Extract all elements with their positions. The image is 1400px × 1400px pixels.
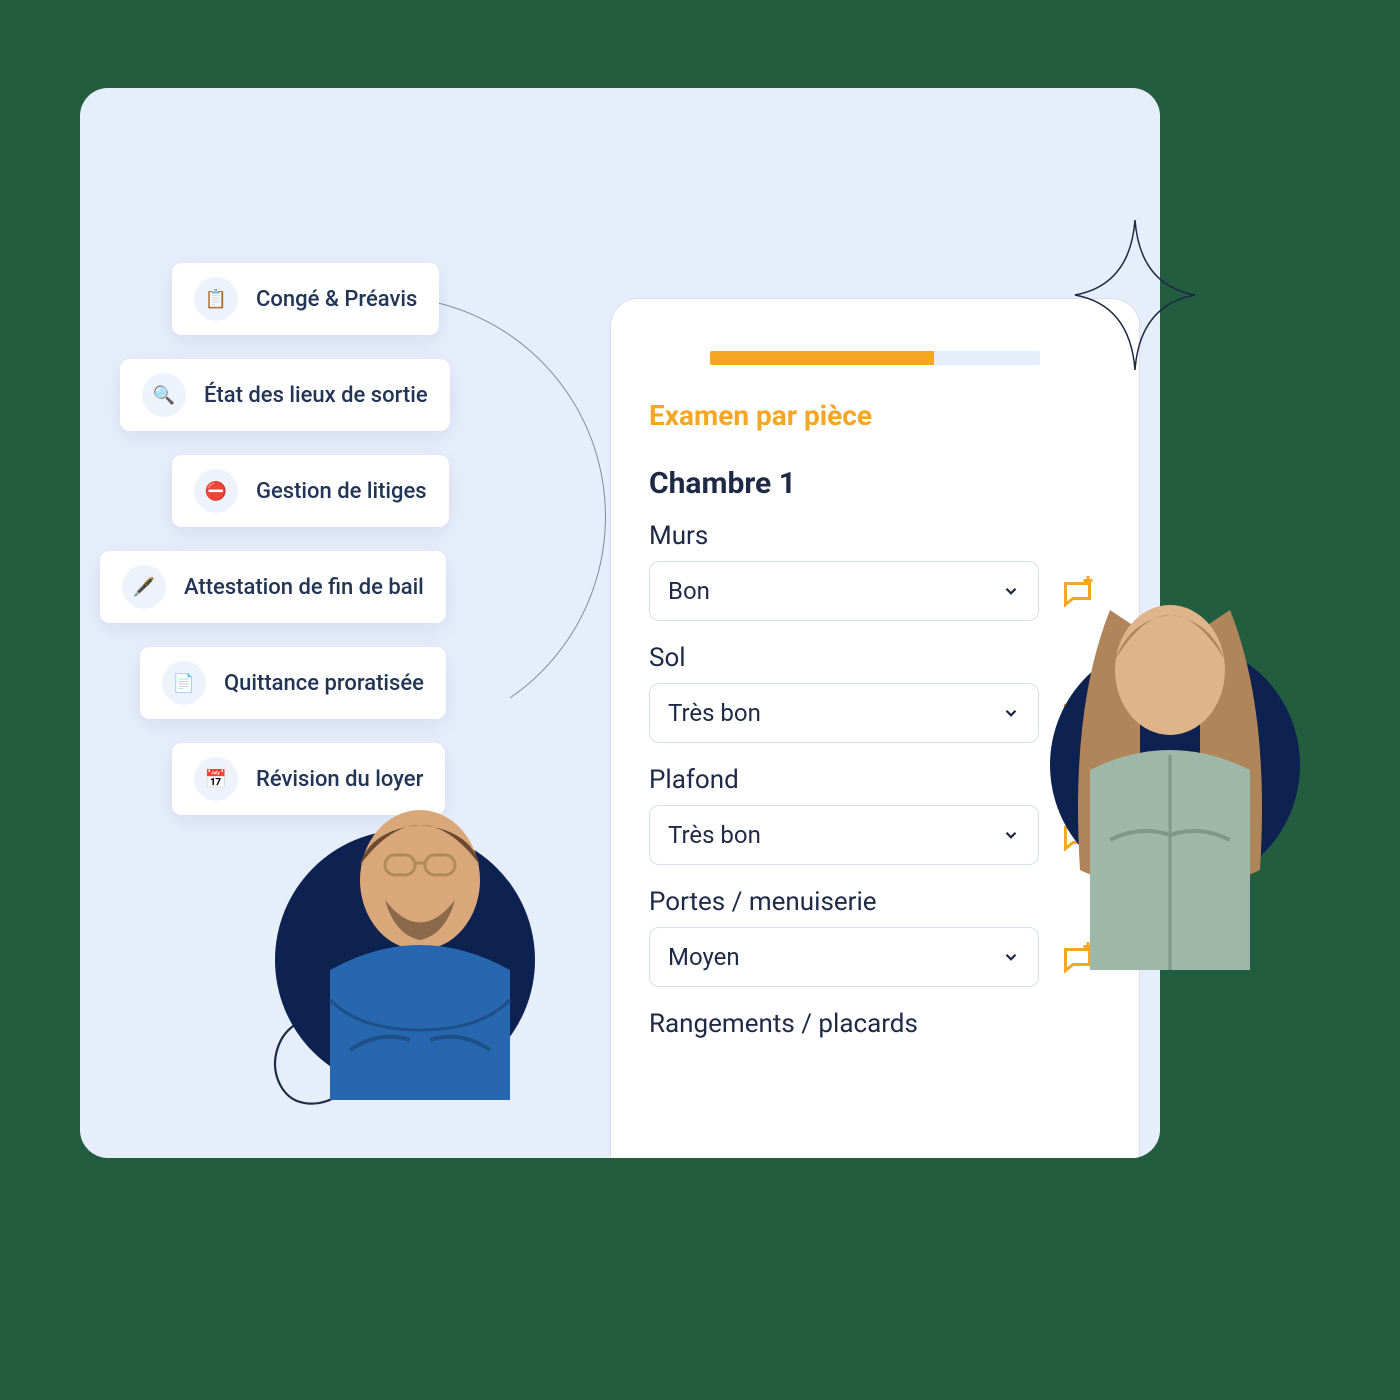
sidebar-item-label: État des lieux de sortie bbox=[204, 383, 428, 408]
sidebar-item-attestation-fin-bail[interactable]: 🖋️ Attestation de fin de bail bbox=[100, 551, 446, 623]
field-label: Murs bbox=[649, 521, 1101, 551]
receipt-icon: 📄 bbox=[162, 661, 206, 705]
sidebar-item-label: Gestion de litiges bbox=[256, 479, 427, 504]
select-value: Bon bbox=[668, 577, 710, 605]
progress-fill bbox=[710, 351, 934, 365]
main-panel: 📋 Congé & Préavis 🔍 État des lieux de so… bbox=[80, 88, 1160, 1158]
sidebar-item-etat-lieux-sortie[interactable]: 🔍 État des lieux de sortie bbox=[120, 359, 450, 431]
progress-bar bbox=[710, 351, 1040, 365]
select-value: Très bon bbox=[668, 821, 761, 849]
field-label: Rangements / placards bbox=[649, 1009, 1101, 1039]
select-plafond[interactable]: Très bon bbox=[649, 805, 1039, 865]
select-value: Moyen bbox=[668, 943, 740, 971]
room-name: Chambre 1 bbox=[649, 466, 1101, 501]
chevron-down-icon bbox=[1002, 826, 1020, 844]
select-sol[interactable]: Très bon bbox=[649, 683, 1039, 743]
select-murs[interactable]: Bon bbox=[649, 561, 1039, 621]
calendar-icon: 📅 bbox=[194, 757, 238, 801]
avatar-person-woman bbox=[1020, 550, 1320, 970]
avatar-person-man bbox=[290, 770, 550, 1100]
chevron-down-icon bbox=[1002, 948, 1020, 966]
field-rangements: Rangements / placards bbox=[649, 1009, 1101, 1039]
sidebar-item-quittance-proratisee[interactable]: 📄 Quittance proratisée bbox=[140, 647, 446, 719]
chevron-down-icon bbox=[1002, 582, 1020, 600]
select-value: Très bon bbox=[668, 699, 761, 727]
document-icon: 📋 bbox=[194, 277, 238, 321]
sidebar-item-label: Quittance proratisée bbox=[224, 671, 424, 696]
select-portes[interactable]: Moyen bbox=[649, 927, 1039, 987]
sidebar-item-gestion-litiges[interactable]: ⛔ Gestion de litiges bbox=[172, 455, 449, 527]
magnifier-icon: 🔍 bbox=[142, 373, 186, 417]
sidebar-item-label: Congé & Préavis bbox=[256, 287, 417, 312]
chevron-down-icon bbox=[1002, 704, 1020, 722]
sidebar-menu: 📋 Congé & Préavis 🔍 État des lieux de so… bbox=[80, 263, 500, 839]
sparkle-icon bbox=[1070, 215, 1200, 375]
sidebar-item-label: Attestation de fin de bail bbox=[184, 575, 424, 600]
pen-icon: 🖋️ bbox=[122, 565, 166, 609]
stop-icon: ⛔ bbox=[194, 469, 238, 513]
sidebar-item-conge-preavis[interactable]: 📋 Congé & Préavis bbox=[172, 263, 439, 335]
section-title: Examen par pièce bbox=[649, 399, 1101, 432]
